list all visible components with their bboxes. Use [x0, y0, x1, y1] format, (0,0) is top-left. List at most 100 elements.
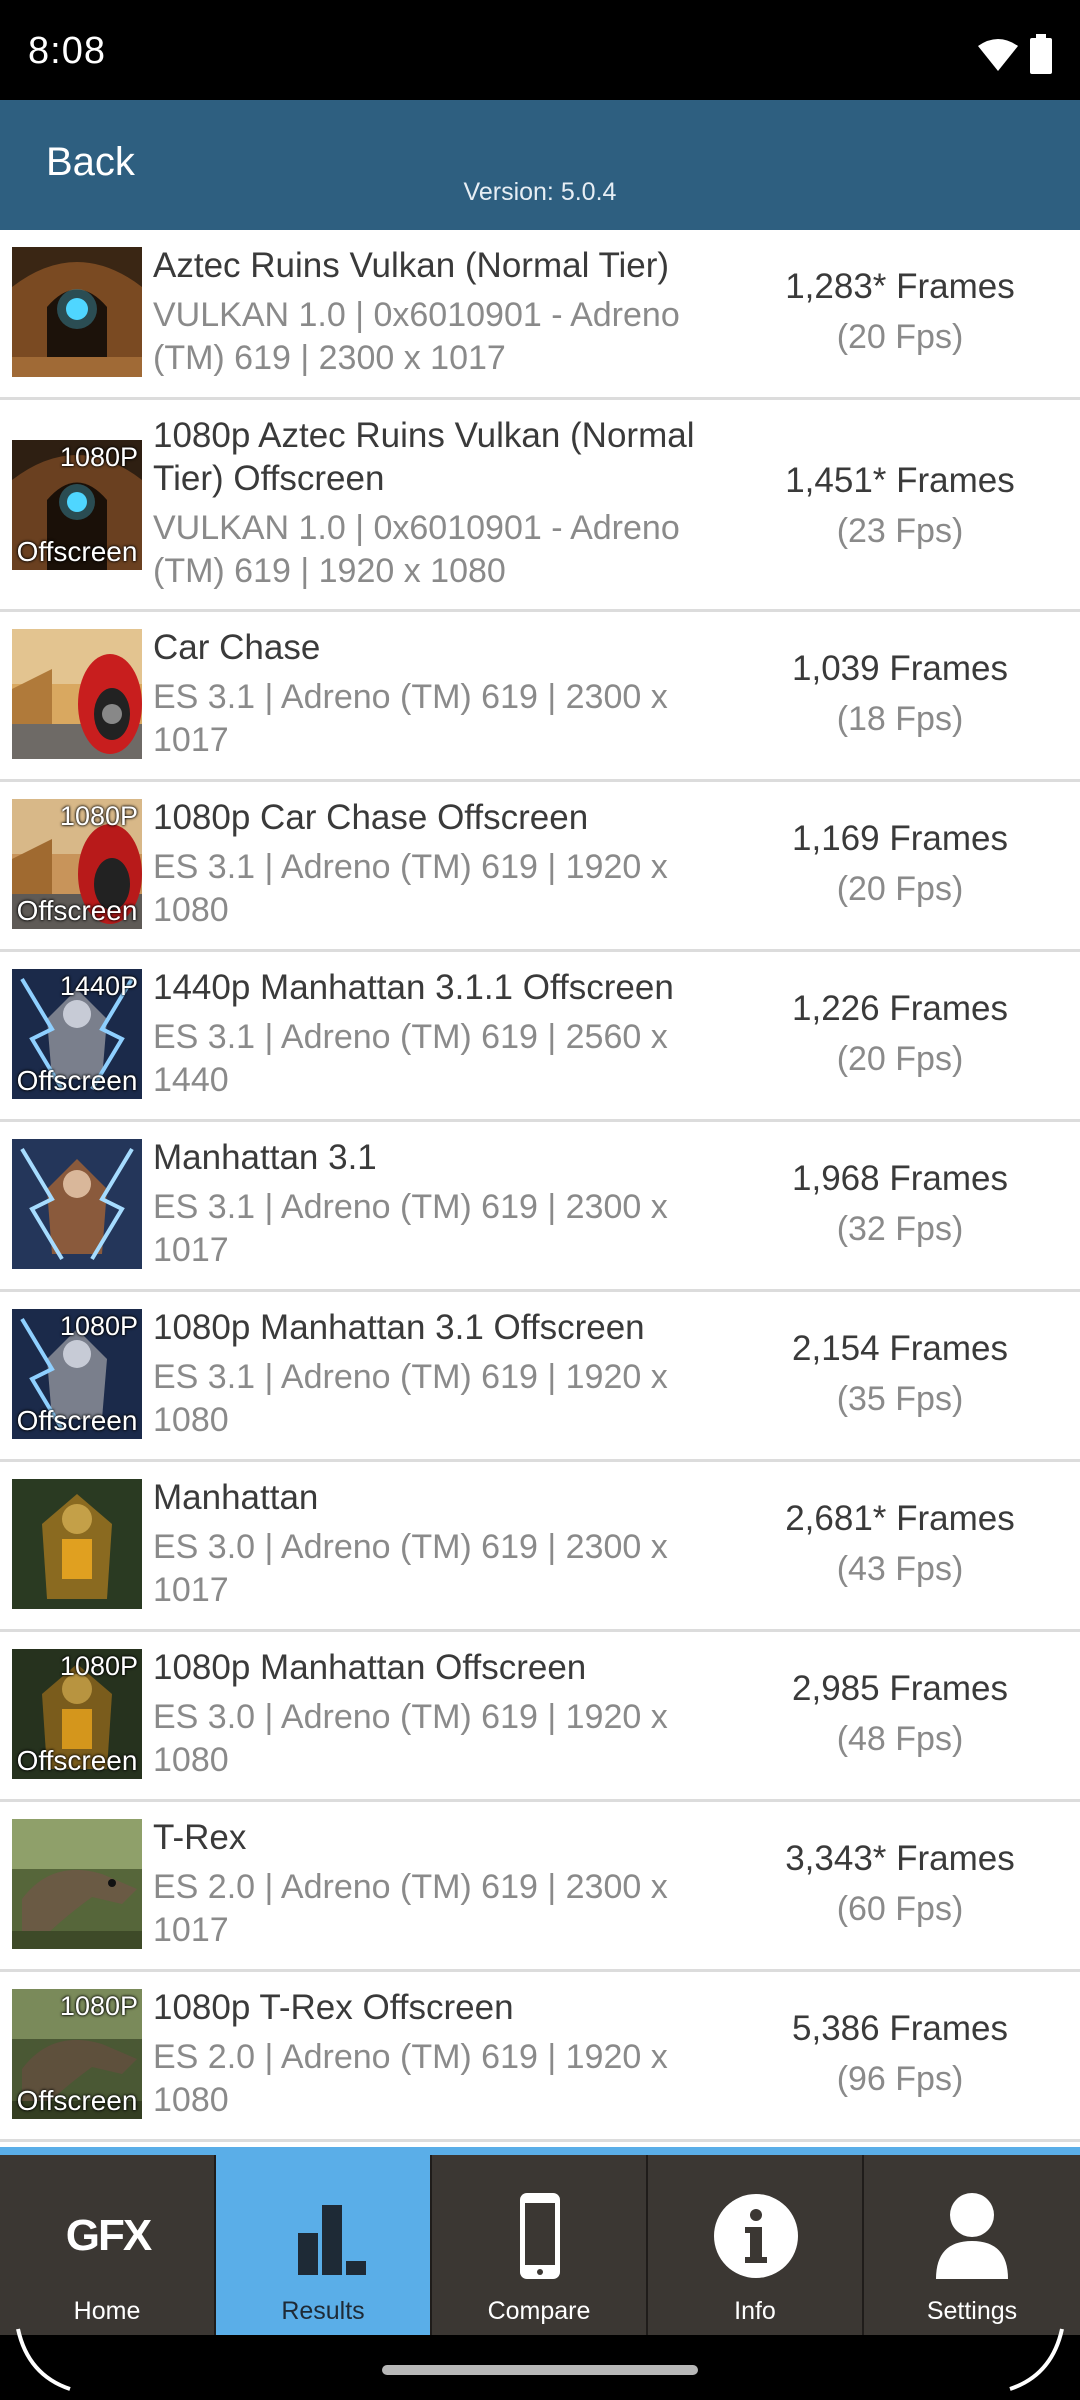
benchmark-thumbnail: 1080P Offscreen [12, 799, 142, 929]
frames-score: 5,386 Frames [792, 2009, 1008, 2048]
fps-score: (18 Fps) [836, 700, 964, 738]
benchmark-title: 1080p Manhattan Offscreen [153, 1648, 587, 1687]
results-list[interactable]: Aztec Ruins Vulkan (Normal Tier) VULKAN … [0, 230, 1080, 2147]
fps-score: (32 Fps) [836, 1210, 964, 1248]
app-header: Back Version: 5.0.4 [0, 100, 1080, 230]
phone-icon [520, 2193, 560, 2279]
offscreen-overlay: Offscreen [16, 1405, 138, 1436]
offscreen-overlay: Offscreen [16, 1745, 138, 1776]
nav-info[interactable]: Info [648, 2155, 864, 2335]
benchmark-title: Aztec Ruins Vulkan (Normal Tier) [153, 246, 670, 285]
fps-score: (35 Fps) [836, 1380, 964, 1418]
benchmark-detail: ES 3.0 | Adreno (TM) 619 | 2300 x 1017 [153, 1528, 668, 1609]
benchmark-thumbnail: 1080P Offscreen [12, 440, 142, 570]
benchmark-thumbnail [12, 1819, 142, 1949]
result-row[interactable]: Manhattan 3.1 ES 3.1 | Adreno (TM) 619 |… [0, 1122, 1080, 1292]
result-row[interactable]: Aztec Ruins Vulkan (Normal Tier) VULKAN … [0, 230, 1080, 400]
resolution-overlay: 1080P [59, 801, 138, 831]
benchmark-thumbnail: 1080P Offscreen [12, 1989, 142, 2119]
result-row[interactable]: 1080P Offscreen 1080p Manhattan Offscree… [0, 1632, 1080, 1802]
benchmark-detail: ES 2.0 | Adreno (TM) 619 | 1920 x 1080 [153, 2038, 668, 2119]
left-corner-curve-icon [16, 2328, 71, 2391]
offscreen-overlay: Offscreen [16, 2085, 138, 2116]
resolution-overlay: 1080P [59, 1991, 138, 2021]
fps-score: (23 Fps) [836, 512, 964, 550]
info-icon [714, 2194, 798, 2278]
benchmark-detail: ES 3.1 | Adreno (TM) 619 | 2560 x 1440 [153, 1018, 668, 1099]
offscreen-overlay: Offscreen [16, 1065, 138, 1096]
benchmark-title: T-Rex [153, 1818, 247, 1857]
frames-score: 3,343* Frames [785, 1839, 1015, 1878]
offscreen-overlay: Offscreen [16, 895, 138, 926]
status-time: 8:08 [28, 30, 106, 72]
result-row[interactable]: T-Rex ES 2.0 | Adreno (TM) 619 | 2300 x … [0, 1802, 1080, 1972]
benchmark-title: Car Chase [153, 628, 321, 667]
home-gesture-pill[interactable] [382, 2365, 698, 2375]
frames-score: 1,283* Frames [785, 267, 1015, 306]
benchmark-thumbnail [12, 247, 142, 377]
bottom-nav: GFX Home Results Compare Info Settings [0, 2155, 1080, 2335]
status-bar: 8:08 [0, 0, 1080, 100]
benchmark-thumbnail: 1080P Offscreen [12, 1309, 142, 1439]
benchmark-detail: ES 3.1 | Adreno (TM) 619 | 1920 x 1080 [153, 848, 668, 929]
frames-score: 2,985 Frames [792, 1669, 1008, 1708]
fps-score: (60 Fps) [836, 1890, 964, 1928]
nav-compare[interactable]: Compare [432, 2155, 648, 2335]
resolution-overlay: 1080P [59, 1311, 138, 1341]
bar-chart-icon [298, 2205, 366, 2275]
result-row[interactable]: 1080P Offscreen 1080p Car Chase Offscree… [0, 782, 1080, 952]
benchmark-title: Manhattan 3.1 [153, 1138, 377, 1177]
result-row[interactable]: 1440P Offscreen 1440p Manhattan 3.1.1 Of… [0, 952, 1080, 1122]
battery-icon [1030, 34, 1052, 74]
benchmark-title: 1080p Manhattan 3.1 Offscreen [153, 1308, 645, 1347]
gesture-bar [0, 2335, 1080, 2400]
result-row[interactable]: 1080P Offscreen 1080p Aztec Ruins Vulkan… [0, 400, 1080, 612]
fps-score: (48 Fps) [836, 1720, 964, 1758]
frames-score: 2,154 Frames [792, 1329, 1008, 1368]
benchmark-title: 1440p Manhattan 3.1.1 Offscreen [153, 968, 674, 1007]
benchmark-title: 1080p Aztec Ruins Vulkan (Normal Tier) O… [153, 416, 695, 498]
resolution-overlay: 1080P [59, 442, 138, 472]
result-row[interactable]: 1080P Offscreen 1080p Manhattan 3.1 Offs… [0, 1292, 1080, 1462]
benchmark-detail: ES 3.1 | Adreno (TM) 619 | 1920 x 1080 [153, 1358, 668, 1439]
frames-score: 2,681* Frames [785, 1499, 1015, 1538]
nav-label: Home [73, 2297, 141, 2325]
benchmark-detail: ES 3.1 | Adreno (TM) 619 | 2300 x 1017 [153, 1188, 668, 1269]
gfx-logo-icon: GFX [65, 2211, 152, 2260]
benchmark-thumbnail: 1080P Offscreen [12, 1649, 142, 1779]
nav-settings[interactable]: Settings [864, 2155, 1080, 2335]
nav-results[interactable]: Results [216, 2155, 432, 2335]
fps-score: (20 Fps) [836, 318, 964, 356]
benchmark-title: 1080p T-Rex Offscreen [153, 1988, 514, 2027]
result-row[interactable]: 1080P Offscreen 1080p T-Rex Offscreen ES… [0, 1972, 1080, 2142]
fps-score: (20 Fps) [836, 870, 964, 908]
result-row[interactable]: Manhattan ES 3.0 | Adreno (TM) 619 | 230… [0, 1462, 1080, 1632]
nav-accent-line [0, 2147, 1080, 2155]
benchmark-thumbnail [12, 1139, 142, 1269]
nav-home[interactable]: GFX Home [0, 2155, 216, 2335]
version-label: Version: 5.0.4 [463, 178, 617, 206]
frames-score: 1,039 Frames [792, 649, 1008, 688]
offscreen-overlay: Offscreen [16, 536, 138, 567]
fps-score: (96 Fps) [836, 2060, 964, 2098]
benchmark-detail: ES 2.0 | Adreno (TM) 619 | 2300 x 1017 [153, 1868, 668, 1949]
person-icon [936, 2193, 1008, 2279]
frames-score: 1,226 Frames [792, 989, 1008, 1028]
benchmark-thumbnail [12, 629, 142, 759]
benchmark-detail: ES 3.0 | Adreno (TM) 619 | 1920 x 1080 [153, 1698, 668, 1779]
right-corner-curve-icon [1009, 2328, 1064, 2391]
resolution-overlay: 1080P [59, 1651, 138, 1681]
wifi-icon [978, 39, 1018, 71]
nav-label: Info [734, 2297, 776, 2325]
result-row[interactable]: Car Chase ES 3.1 | Adreno (TM) 619 | 230… [0, 612, 1080, 782]
benchmark-detail: VULKAN 1.0 | 0x6010901 - Adreno (TM) 619… [153, 509, 680, 590]
benchmark-thumbnail: 1440P Offscreen [12, 969, 142, 1099]
nav-label: Compare [487, 2297, 591, 2325]
nav-label: Results [281, 2297, 365, 2325]
benchmark-detail: ES 3.1 | Adreno (TM) 619 | 2300 x 1017 [153, 678, 668, 759]
fps-score: (20 Fps) [836, 1040, 964, 1078]
frames-score: 1,169 Frames [792, 819, 1008, 858]
benchmark-thumbnail [12, 1479, 142, 1609]
benchmark-detail: VULKAN 1.0 | 0x6010901 - Adreno (TM) 619… [153, 296, 680, 377]
fps-score: (43 Fps) [836, 1550, 964, 1588]
